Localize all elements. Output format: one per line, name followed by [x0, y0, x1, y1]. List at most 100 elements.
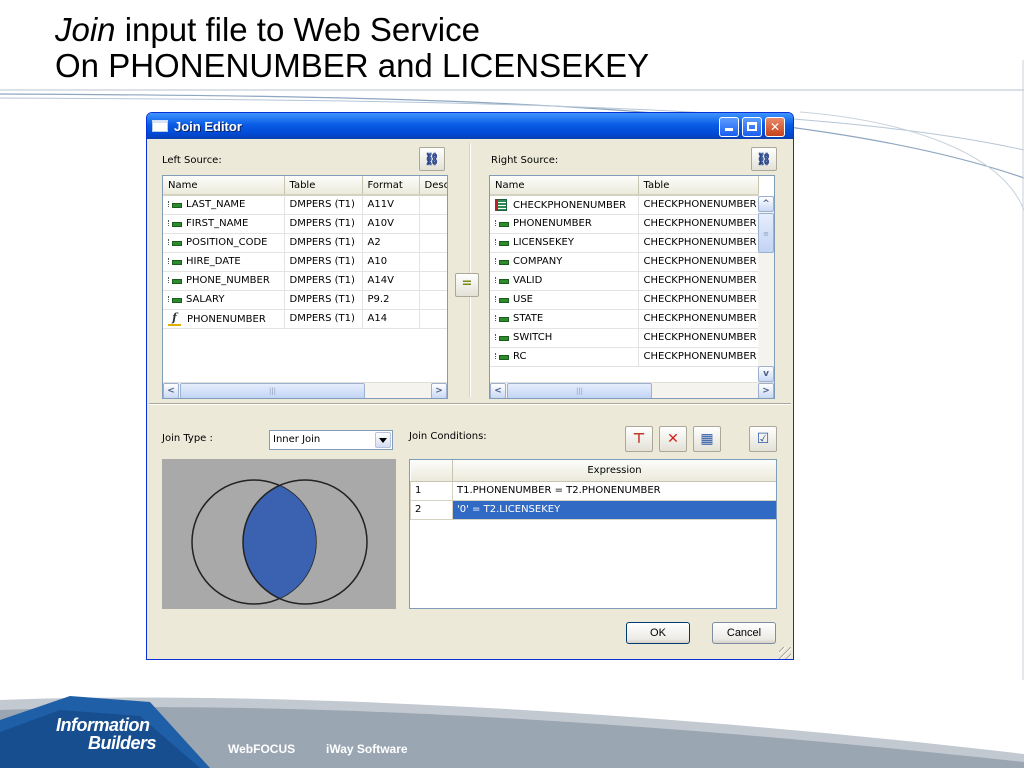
field-name-cell: PHONE_NUMBER [163, 271, 285, 291]
field-icon [168, 257, 182, 265]
table-row[interactable]: LAST_NAME DMPERS (T1) A11V [163, 195, 447, 215]
window-content: Left Source: ⛓ Name Table Format Desc LAST_… [147, 139, 793, 659]
condition-number: 2 [410, 499, 453, 520]
field-icon [495, 333, 509, 341]
table-row[interactable]: LICENSEKEY CHECKPHONENUMBER [490, 233, 759, 253]
left-source-grid[interactable]: Name Table Format Desc LAST_NAME DMPERS (T1)… [162, 175, 448, 399]
field-icon [168, 295, 182, 303]
left-horizontal-scrollbar[interactable]: < ||| > [163, 382, 447, 398]
validate-button[interactable]: ☑ [749, 426, 777, 452]
table-row[interactable]: POSITION_CODE DMPERS (T1) A2 [163, 233, 447, 253]
equals-join-button[interactable]: = [455, 273, 479, 297]
field-name-cell: f PHONENUMBER [163, 309, 285, 329]
column-header: Name [490, 176, 639, 196]
field-table-cell: CHECKPHONENUMBER [638, 347, 759, 367]
right-source-table: Name Table CHECKPHONENUMBER CHECKPHONENUMB… [490, 176, 759, 367]
scroll-up-button[interactable]: ^ [758, 196, 774, 212]
left-header-row: Name Table Format Desc [163, 176, 447, 196]
close-button[interactable]: ✕ [765, 117, 785, 137]
table-row[interactable]: SALARY DMPERS (T1) P9.2 [163, 290, 447, 310]
left-find-button[interactable]: ⛓ [419, 147, 445, 171]
field-format-cell: A2 [362, 233, 420, 253]
table-row[interactable]: PHONENUMBER CHECKPHONENUMBER [490, 214, 759, 234]
resize-grip[interactable] [779, 647, 791, 659]
scroll-right-button[interactable]: > [431, 383, 447, 398]
calculator-button[interactable]: ▦ [693, 426, 721, 452]
table-row[interactable]: PHONE_NUMBER DMPERS (T1) A14V [163, 271, 447, 291]
join-conditions-grid[interactable]: Expression 1 T1.PHONENUMBER = T2.PHONENUM… [409, 459, 777, 609]
window-titlebar[interactable]: Join Editor ✕ [147, 113, 793, 139]
condition-row[interactable]: 2'0' = T2.LICENSEKEY [410, 499, 776, 520]
check-icon: ☑ [756, 431, 770, 447]
scroll-down-button[interactable]: v [758, 366, 774, 382]
field-table-cell: CHECKPHONENUMBER [638, 195, 759, 215]
new-condition-button[interactable]: ⊤ [625, 426, 653, 452]
field-format-cell: A14V [362, 271, 420, 291]
join-conditions-label: Join Conditions: [409, 431, 487, 442]
field-name: RC [513, 351, 527, 362]
table-row[interactable]: STATE CHECKPHONENUMBER [490, 309, 759, 329]
table-row[interactable]: HIRE_DATE DMPERS (T1) A10 [163, 252, 447, 272]
table-row[interactable]: RC CHECKPHONENUMBER [490, 347, 759, 367]
field-name: POSITION_CODE [186, 237, 268, 248]
table-row[interactable]: f PHONENUMBER DMPERS (T1) A14 [163, 309, 447, 329]
maximize-icon [747, 122, 757, 131]
field-name-cell: RC [490, 347, 639, 367]
window-app-icon [152, 120, 168, 132]
field-name: PHONENUMBER [513, 218, 592, 229]
column-header: Format [362, 176, 420, 196]
field-icon [495, 238, 509, 246]
right-source-rows: CHECKPHONENUMBER CHECKPHONENUMBER PHONENUM… [490, 195, 759, 367]
field-desc-cell [419, 233, 447, 253]
field-icon [495, 219, 509, 227]
scroll-left-button[interactable]: < [163, 383, 179, 398]
scroll-thumb[interactable]: ≡ [758, 213, 774, 253]
scroll-thumb[interactable]: ||| [507, 383, 652, 398]
right-horizontal-scrollbar[interactable]: < ||| > [490, 382, 774, 398]
minimize-button[interactable] [719, 117, 739, 137]
computed-field-icon: f [168, 311, 181, 326]
slide-title-rest: input file to Web Service [115, 11, 480, 48]
field-name: STATE [513, 313, 544, 324]
table-icon [495, 198, 507, 211]
join-type-value: Inner Join [273, 434, 321, 445]
delete-condition-button[interactable]: ✕ [659, 426, 687, 452]
right-vertical-scrollbar[interactable]: ^ ≡ v [758, 196, 774, 382]
ok-button[interactable]: OK [626, 622, 690, 644]
field-name-cell: HIRE_DATE [163, 252, 285, 272]
field-icon [495, 352, 509, 360]
table-row[interactable]: COMPANY CHECKPHONENUMBER [490, 252, 759, 272]
condition-row[interactable]: 1 T1.PHONENUMBER = T2.PHONENUMBER [410, 480, 776, 501]
scroll-thumb[interactable]: ||| [180, 383, 365, 398]
join-type-select[interactable]: Inner Join [269, 430, 393, 450]
chevron-down-icon[interactable] [375, 432, 391, 448]
field-table-cell: CHECKPHONENUMBER [638, 328, 759, 348]
table-row[interactable]: USE CHECKPHONENUMBER [490, 290, 759, 310]
field-name: SALARY [186, 294, 225, 305]
cancel-button[interactable]: Cancel [712, 622, 776, 644]
table-row[interactable]: VALID CHECKPHONENUMBER [490, 271, 759, 291]
scroll-right-button[interactable]: > [758, 383, 774, 398]
field-table-cell: DMPERS (T1) [284, 195, 363, 215]
join-venn-diagram [162, 459, 396, 609]
field-format-cell: A10V [362, 214, 420, 234]
maximize-button[interactable] [742, 117, 762, 137]
field-format-cell: A10 [362, 252, 420, 272]
table-row[interactable]: SWITCH CHECKPHONENUMBER [490, 328, 759, 348]
field-name-cell: SWITCH [490, 328, 639, 348]
field-icon [168, 276, 182, 284]
field-table-cell: CHECKPHONENUMBER [638, 252, 759, 272]
field-icon [495, 314, 509, 322]
section-divider [149, 403, 791, 405]
field-name-cell: SALARY [163, 290, 285, 310]
field-name-cell: VALID [490, 271, 639, 291]
field-name-cell: STATE [490, 309, 639, 329]
field-icon [168, 200, 182, 209]
table-row[interactable]: FIRST_NAME DMPERS (T1) A10V [163, 214, 447, 234]
right-find-button[interactable]: ⛓ [751, 147, 777, 171]
scroll-left-button[interactable]: < [490, 383, 506, 398]
footer-product-iway: iWay Software [326, 742, 408, 756]
right-source-grid[interactable]: Name Table CHECKPHONENUMBER CHECKPHONENUMB… [489, 175, 775, 399]
table-row[interactable]: CHECKPHONENUMBER CHECKPHONENUMBER [490, 195, 759, 215]
field-icon [168, 219, 182, 227]
